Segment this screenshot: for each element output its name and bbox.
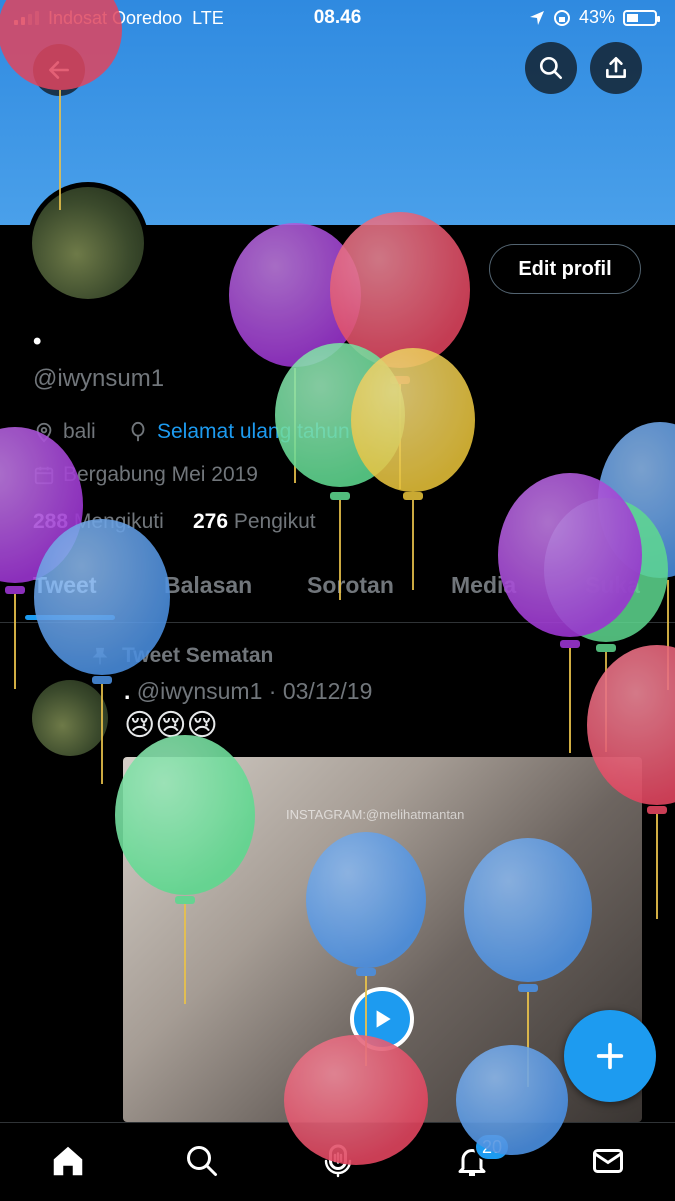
profile-handle: @iwynsum1 bbox=[33, 365, 165, 392]
share-icon bbox=[606, 56, 626, 78]
edit-profile-button[interactable]: Edit profil bbox=[489, 244, 641, 294]
tweet-video[interactable]: INSTAGRAM:@melihatmantan bbox=[123, 757, 642, 1122]
balloon bbox=[544, 498, 668, 752]
mail-icon bbox=[593, 1149, 623, 1173]
location-arrow-icon bbox=[529, 10, 544, 25]
tweet-separator: · bbox=[268, 678, 277, 704]
tweet-author-handle: @iwynsum1 bbox=[136, 678, 263, 704]
location-text: bali bbox=[63, 420, 96, 443]
balloon bbox=[229, 223, 361, 483]
tweet-date[interactable]: 03/12/19 bbox=[283, 678, 373, 704]
plus-icon bbox=[596, 1042, 624, 1070]
follow-stats: 288 Mengikuti 276 Pengikut bbox=[33, 510, 316, 534]
tab-media[interactable]: Media bbox=[451, 572, 516, 599]
following-label: Mengikuti bbox=[73, 510, 164, 533]
tab-tweet[interactable]: Tweet bbox=[33, 572, 96, 599]
balloon-icon bbox=[131, 421, 145, 442]
avatar-image bbox=[32, 187, 144, 299]
home-icon bbox=[53, 1146, 83, 1176]
rotation-lock-icon bbox=[553, 9, 570, 26]
bottom-navigation bbox=[0, 1122, 675, 1201]
pinned-label: Tweet Sematan bbox=[90, 644, 273, 668]
notification-badge: 20 bbox=[474, 1133, 510, 1161]
followers-count: 276 bbox=[192, 510, 229, 533]
pin-icon bbox=[92, 647, 108, 665]
pinned-label-text: Tweet Sematan bbox=[122, 644, 274, 667]
balloon bbox=[351, 348, 475, 590]
nav-messages[interactable] bbox=[588, 1141, 628, 1181]
nav-search[interactable] bbox=[182, 1141, 222, 1181]
tweet-header: . @iwynsum1 · 03/12/19 bbox=[124, 678, 372, 705]
tab-sorotan[interactable]: Sorotan bbox=[307, 572, 394, 599]
profile-tabs: Tweet Balasan Sorotan Media Suka bbox=[0, 560, 675, 623]
tweet-avatar[interactable] bbox=[32, 680, 108, 756]
followers-label: Pengikut bbox=[233, 510, 316, 533]
video-watermark: INSTAGRAM:@melihatmantan bbox=[286, 807, 465, 822]
tab-balasan[interactable]: Balasan bbox=[164, 572, 252, 599]
back-button[interactable] bbox=[33, 44, 85, 96]
arrow-left-icon bbox=[49, 61, 69, 79]
following-link[interactable]: 288 Mengikuti bbox=[33, 510, 164, 533]
play-button[interactable] bbox=[350, 987, 414, 1051]
location-pin-icon bbox=[36, 422, 52, 443]
search-icon bbox=[187, 1146, 217, 1176]
website-link[interactable]: Selamat ulang tahun bbox=[157, 420, 350, 444]
display-name: • bbox=[33, 328, 42, 355]
battery-icon bbox=[623, 9, 660, 26]
following-count: 288 bbox=[33, 510, 69, 533]
battery-percent: 43% bbox=[578, 7, 615, 27]
spaces-icon bbox=[324, 1144, 352, 1178]
joined-row: Bergabung Mei 2019 bbox=[33, 463, 258, 487]
search-icon bbox=[539, 56, 563, 80]
location-row: bali bbox=[33, 420, 96, 444]
play-icon bbox=[376, 1010, 391, 1028]
compose-tweet-button[interactable] bbox=[564, 1010, 656, 1102]
balloon bbox=[330, 212, 470, 489]
followers-link[interactable]: 276 Pengikut bbox=[193, 510, 316, 533]
share-button[interactable] bbox=[590, 42, 642, 94]
balloon bbox=[598, 422, 675, 690]
search-button[interactable] bbox=[525, 42, 577, 94]
nav-home[interactable] bbox=[48, 1141, 88, 1181]
tweet-author-name[interactable]: . bbox=[124, 678, 130, 704]
profile-avatar[interactable] bbox=[27, 182, 149, 304]
calendar-icon bbox=[34, 466, 54, 485]
active-tab-indicator bbox=[25, 615, 115, 620]
tweet-text: 😢😢😢 bbox=[124, 709, 218, 742]
tab-suka[interactable]: Suka bbox=[585, 572, 640, 599]
joined-date: Bergabung Mei 2019 bbox=[63, 463, 258, 486]
nav-spaces[interactable] bbox=[318, 1141, 358, 1181]
status-bar: Indosat Ooredoo LTE 08.46 43% bbox=[0, 0, 675, 34]
website-row[interactable]: Selamat ulang tahun bbox=[127, 420, 350, 444]
